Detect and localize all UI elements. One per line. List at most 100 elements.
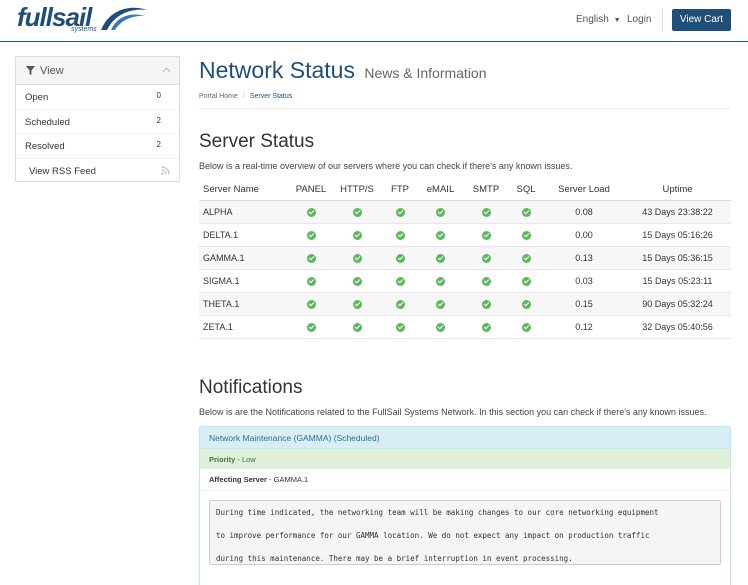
check-circle-icon <box>352 276 362 286</box>
service-status-cell <box>417 292 464 316</box>
sidebar-item-open[interactable]: Open 0 <box>16 85 179 110</box>
column-header: SQL <box>508 180 544 201</box>
column-header: eMAIL <box>417 180 464 201</box>
service-status-cell <box>331 200 383 224</box>
server-uptime: 15 Days 05:23:11 <box>624 269 731 293</box>
column-header: SMTP <box>464 180 508 201</box>
breadcrumb-server-status[interactable]: Server Status <box>250 93 292 100</box>
server-uptime: 15 Days 05:16:26 <box>624 223 731 247</box>
sidebar-item-resolved[interactable]: Resolved 2 <box>16 134 179 159</box>
check-circle-icon <box>481 253 491 263</box>
table-header-row: Server Name PANEL HTTP/S FTP eMAIL SMTP SQL Ser… <box>199 180 731 201</box>
breadcrumb-portal-home[interactable]: Portal Home <box>199 93 238 100</box>
priority-value: Low <box>241 455 256 464</box>
logo-subtext: systems <box>71 26 97 33</box>
service-status-cell <box>383 200 417 224</box>
column-header: HTTP/S <box>331 180 383 201</box>
caret-down-icon: ▼ <box>613 17 621 24</box>
language-dropdown[interactable]: English ▼ <box>576 14 621 25</box>
server-status-description: Below is a real-time overview of our ser… <box>199 161 573 171</box>
check-circle-icon <box>521 322 531 332</box>
notification-priority: Priority - Low <box>200 449 730 469</box>
server-uptime: 32 Days 05:40:56 <box>624 315 731 339</box>
check-circle-icon <box>352 253 362 263</box>
service-status-cell <box>291 200 331 224</box>
server-load: 0.03 <box>544 269 624 293</box>
service-status-cell <box>331 269 383 293</box>
service-status-cell <box>417 315 464 339</box>
fullsail-logo[interactable]: fullsail systems <box>17 2 147 36</box>
check-circle-icon <box>436 207 445 217</box>
affecting-server-value: GAMMA.1 <box>273 475 309 484</box>
server-load: 0.12 <box>544 315 624 339</box>
notifications-heading: Notifications <box>199 377 303 398</box>
chevron-up-icon[interactable] <box>162 66 171 73</box>
service-status-cell <box>464 269 508 293</box>
service-status-cell <box>383 223 417 247</box>
service-status-cell <box>291 223 331 247</box>
service-status-cell <box>417 223 464 247</box>
service-status-cell <box>383 292 417 316</box>
service-status-cell <box>417 269 464 293</box>
check-circle-icon <box>521 276 531 286</box>
server-name: ALPHA <box>199 200 291 224</box>
server-load: 0.13 <box>544 246 624 270</box>
column-header: PANEL <box>291 180 331 201</box>
check-circle-icon <box>436 276 445 286</box>
server-name: THETA.1 <box>199 292 291 316</box>
column-header: Uptime <box>624 180 731 201</box>
check-circle-icon <box>352 322 362 332</box>
check-circle-icon <box>306 299 316 309</box>
service-status-cell <box>331 246 383 270</box>
login-link[interactable]: Login <box>627 14 651 25</box>
check-circle-icon <box>481 322 491 332</box>
page-subtitle: News & Information <box>364 65 487 81</box>
service-status-cell <box>464 246 508 270</box>
service-status-cell <box>464 223 508 247</box>
affecting-server-label: Affecting Server <box>209 475 267 484</box>
check-circle-icon <box>395 207 405 217</box>
rss-icon <box>161 165 170 175</box>
server-uptime: 90 Days 05:32:24 <box>624 292 731 316</box>
check-circle-icon <box>395 276 405 286</box>
message-line: during this maintenance. There may be a … <box>216 554 573 563</box>
sidebar-header[interactable]: View <box>16 57 179 85</box>
check-circle-icon <box>521 207 531 217</box>
view-cart-button[interactable]: View Cart <box>672 9 731 31</box>
check-circle-icon <box>436 299 445 309</box>
priority-label: Priority <box>209 455 236 464</box>
notification-message: During time indicated, the networking te… <box>209 500 721 565</box>
sidebar-item-label: Open <box>25 92 49 103</box>
check-circle-icon <box>395 230 405 240</box>
sidebar-item-scheduled[interactable]: Scheduled 2 <box>16 110 179 134</box>
page-title: Network Status News & Information <box>199 57 487 84</box>
table-row: THETA.1 0.15 90 Days 05:32:24 <box>199 292 731 316</box>
table-row: ZETA.1 0.12 32 Days 05:40:56 <box>199 315 731 339</box>
server-name: SIGMA.1 <box>199 269 291 293</box>
check-circle-icon <box>395 253 405 263</box>
breadcrumb-separator: / <box>242 93 245 100</box>
table-row: GAMMA.1 0.13 15 Days 05:36:15 <box>199 246 731 270</box>
server-name: GAMMA.1 <box>199 246 291 270</box>
service-status-cell <box>383 246 417 270</box>
check-circle-icon <box>436 230 445 240</box>
sidebar-title: View <box>40 65 64 77</box>
service-status-cell <box>331 315 383 339</box>
server-name: ZETA.1 <box>199 315 291 339</box>
service-status-cell <box>464 315 508 339</box>
check-circle-icon <box>306 322 316 332</box>
service-status-cell <box>508 292 544 316</box>
page-title-text: Network Status <box>199 57 355 83</box>
check-circle-icon <box>481 299 491 309</box>
service-status-cell <box>464 292 508 316</box>
logo-swoosh-icon <box>101 7 147 30</box>
rss-feed-link: View RSS Feed <box>29 165 96 177</box>
service-status-cell <box>383 269 417 293</box>
check-circle-icon <box>481 276 491 286</box>
check-circle-icon <box>436 253 445 263</box>
server-load: 0.08 <box>544 200 624 224</box>
sidebar-item-rss[interactable]: View RSS Feed <box>16 159 179 184</box>
service-status-cell <box>508 200 544 224</box>
notification-title[interactable]: Network Maintenance (GAMMA) (Scheduled) <box>200 427 730 449</box>
server-uptime: 15 Days 05:36:15 <box>624 246 731 270</box>
